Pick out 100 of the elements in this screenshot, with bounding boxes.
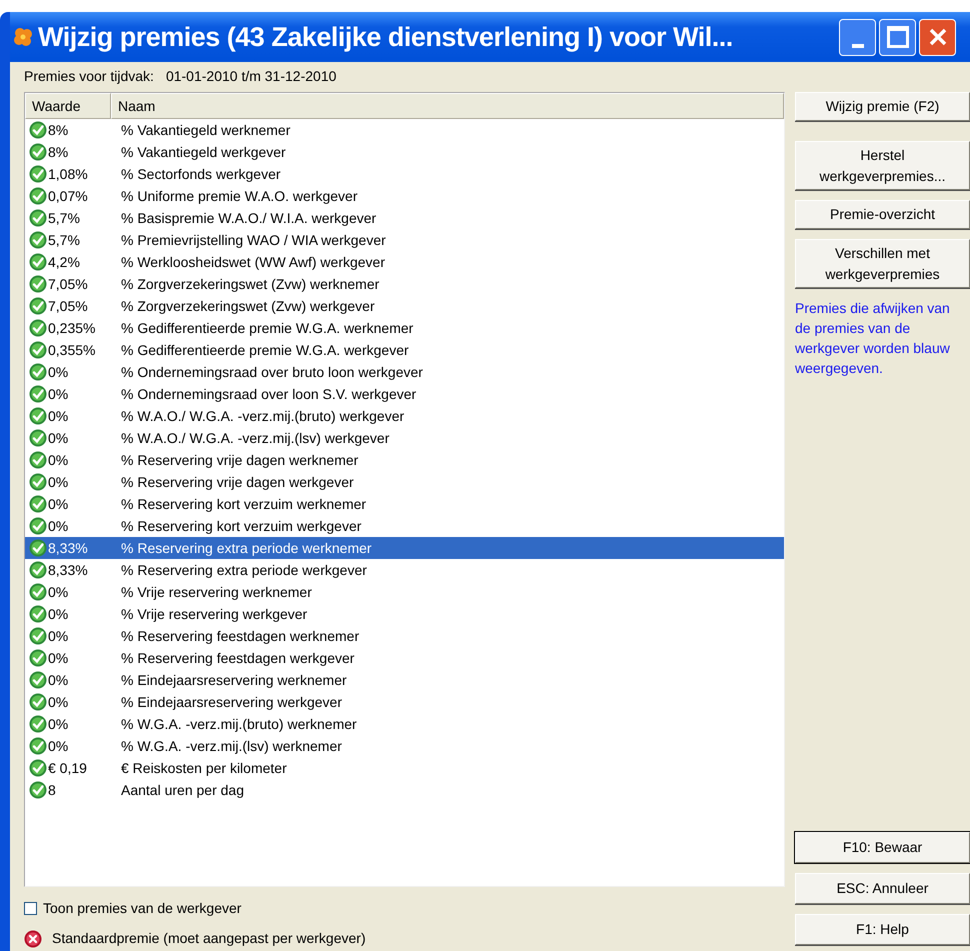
name-cell-text: % Basispremie W.A.O./ W.I.A. werkgever <box>121 208 376 228</box>
name-cell-text: % Reservering kort verzuim werkgever <box>121 516 362 536</box>
name-cell-text: % Zorgverzekeringswet (Zvw) werknemer <box>121 274 380 294</box>
premium-row[interactable]: 0% % W.G.A. -verz.mij.(bruto) werknemer <box>25 713 784 735</box>
premium-row[interactable]: 4,2% % Werkloosheidswet (WW Awf) werkgever <box>25 251 784 273</box>
premium-row[interactable]: 8% % Vakantiegeld werknemer <box>25 119 784 141</box>
premium-row[interactable]: 0% % Eindejaarsreservering werknemer <box>25 669 784 691</box>
premium-row[interactable]: 8% % Vakantiegeld werkgever <box>25 141 784 163</box>
name-cell-text: % Gedifferentieerde premie W.G.A. werkgever <box>121 340 409 360</box>
dialog-button[interactable]: F1: Help <box>795 914 970 945</box>
premium-row[interactable]: 0,355% % Gedifferentieerde premie W.G.A. werkgever <box>25 339 784 361</box>
value-cell-text: 5,7% <box>48 230 80 250</box>
premium-row[interactable]: 8,33% % Reservering extra periode werkgever <box>25 559 784 581</box>
value-cell-text: 0% <box>48 714 68 734</box>
name-cell-text: € Reiskosten per kilometer <box>121 758 287 778</box>
premium-row[interactable]: 0,235% % Gedifferentieerde premie W.G.A. werknemer <box>25 317 784 339</box>
premium-row[interactable]: 5,7% % Premievrijstelling WAO / WIA werkgever <box>25 229 784 251</box>
value-cell-text: 0% <box>48 494 68 514</box>
value-cell-text: 0% <box>48 582 68 602</box>
name-cell-text: % Vakantiegeld werknemer <box>121 120 290 140</box>
name-cell-text: % Ondernemingsraad over loon S.V. werkgever <box>121 384 416 404</box>
premium-row[interactable]: 0% % W.G.A. -verz.mij.(lsv) werknemer <box>25 735 784 757</box>
premium-row[interactable]: 0% % Reservering kort verzuim werkgever <box>25 515 784 537</box>
premium-row[interactable]: 0% % Reservering feestdagen werkgever <box>25 647 784 669</box>
name-cell-text: % Zorgverzekeringswet (Zvw) werkgever <box>121 296 375 316</box>
value-cell-text: 0% <box>48 472 68 492</box>
premium-row[interactable]: 8 Aantal uren per dag <box>25 779 784 801</box>
premium-row[interactable]: 0% % Vrije reservering werkgever <box>25 603 784 625</box>
name-cell-text: % Ondernemingsraad over bruto loon werkgever <box>121 362 423 382</box>
value-cell-text: 8% <box>48 120 68 140</box>
name-cell-text: % Premievrijstelling WAO / WIA werkgever <box>121 230 386 250</box>
premium-row[interactable]: 0% % Eindejaarsreservering werkgever <box>25 691 784 713</box>
name-cell-text: % Uniforme premie W.A.O. werkgever <box>121 186 358 206</box>
value-cell-text: 0,355% <box>48 340 96 360</box>
name-cell-text: % Reservering feestdagen werkgever <box>121 648 354 668</box>
name-cell-text: % Vakantiegeld werkgever <box>121 142 286 162</box>
value-cell-text: 0,235% <box>48 318 96 338</box>
value-cell-text: 0% <box>48 626 68 646</box>
value-cell-text: 0% <box>48 670 68 690</box>
name-cell-text: % Gedifferentieerde premie W.G.A. werknemer <box>121 318 414 338</box>
name-cell-text: % Reservering kort verzuim werknemer <box>121 494 366 514</box>
premium-row[interactable]: € 0,19 € Reiskosten per kilometer <box>25 757 784 779</box>
value-cell-text: 8,33% <box>48 538 88 558</box>
value-cell-text: 0% <box>48 648 68 668</box>
premium-row[interactable]: 0% % Ondernemingsraad over loon S.V. werkgever <box>25 383 784 405</box>
name-cell-text: % Eindejaarsreservering werknemer <box>121 670 347 690</box>
premium-row[interactable]: 7,05% % Zorgverzekeringswet (Zvw) werkgever <box>25 295 784 317</box>
maximize-button[interactable] <box>879 18 916 56</box>
legend-text: Standaardpremie (moet aangepast per werkgever) <box>52 929 366 948</box>
value-cell-text: 0% <box>48 428 68 448</box>
premium-row[interactable]: 8,33% % Reservering extra periode werknemer <box>25 537 784 559</box>
value-cell-text: 0% <box>48 362 68 382</box>
side-button[interactable]: Premie-overzicht <box>795 200 970 229</box>
premium-row[interactable]: 0% % W.A.O./ W.G.A. -verz.mij.(bruto) werkgever <box>25 405 784 427</box>
side-button[interactable]: Wijzig premie (F2) <box>795 92 970 121</box>
premium-row[interactable]: 0% % Reservering vrije dagen werknemer <box>25 449 784 471</box>
side-button[interactable]: Verschillen met werkgeverpremies <box>795 239 970 288</box>
name-cell-text: % Reservering vrije dagen werkgever <box>121 472 354 492</box>
minimize-button[interactable] <box>839 18 876 56</box>
dialog-button[interactable]: ESC: Annuleer <box>795 873 970 904</box>
name-cell-text: % Reservering extra periode werknemer <box>121 538 372 558</box>
period-label: Premies voor tijdvak: <box>24 66 154 86</box>
premium-row[interactable]: 0% % Reservering vrije dagen werkgever <box>25 471 784 493</box>
checkbox[interactable] <box>24 902 37 914</box>
value-cell-text: 0% <box>48 384 68 404</box>
premium-row[interactable]: 0% % Reservering kort verzuim werknemer <box>25 493 784 515</box>
premium-row[interactable]: 0% % Ondernemingsraad over bruto loon werkgever <box>25 361 784 383</box>
premium-row[interactable]: 0% % Vrije reservering werknemer <box>25 581 784 603</box>
column-header[interactable]: Naam <box>111 93 784 119</box>
info-note: Premies die afwijken van de premies van de werkgever worden blauw weergegeven. <box>795 299 951 378</box>
column-header[interactable]: Waarde <box>25 93 111 119</box>
premium-row[interactable]: 0% % W.A.O./ W.G.A. -verz.mij.(lsv) werkgever <box>25 427 784 449</box>
value-cell-text: 0% <box>48 736 68 756</box>
value-cell-text: 7,05% <box>48 296 88 316</box>
premium-row[interactable]: 0,07% % Uniforme premie W.A.O. werkgever <box>25 185 784 207</box>
name-cell-text: % W.A.O./ W.G.A. -verz.mij.(lsv) werkgever <box>121 428 390 448</box>
name-cell-text: % Vrije reservering werknemer <box>121 582 312 602</box>
side-button[interactable]: Herstel werkgeverpremies... <box>795 141 970 190</box>
value-cell-text: 1,08% <box>48 164 88 184</box>
value-cell-text: 0% <box>48 406 68 426</box>
name-cell-text: % Werkloosheidswet (WW Awf) werkgever <box>121 252 385 272</box>
premium-row[interactable]: 7,05% % Zorgverzekeringswet (Zvw) werknemer <box>25 273 784 295</box>
dialog-button[interactable]: F10: Bewaar <box>795 832 970 863</box>
name-cell-text: % Vrije reservering werkgever <box>121 604 308 624</box>
value-cell-text: € 0,19 <box>48 758 87 778</box>
value-cell-text: 7,05% <box>48 274 88 294</box>
premium-row[interactable]: 1,08% % Sectorfonds werkgever <box>25 163 784 185</box>
value-cell-text: 8% <box>48 142 68 162</box>
value-cell-text: 0% <box>48 604 68 624</box>
name-cell-text: Aantal uren per dag <box>121 780 244 800</box>
name-cell-text: % Reservering vrije dagen werknemer <box>121 450 358 470</box>
close-icon <box>928 27 948 47</box>
premium-row[interactable]: 5,7% % Basispremie W.A.O./ W.I.A. werkgever <box>25 207 784 229</box>
value-cell-text: 0% <box>48 450 68 470</box>
window-title: Wijzig premies (43 Zakelijke dienstverlening I) voor Wil... <box>38 20 733 54</box>
name-cell-text: % Sectorfonds werkgever <box>121 164 281 184</box>
close-button[interactable] <box>919 18 956 56</box>
premium-row[interactable]: 0% % Reservering feestdagen werknemer <box>25 625 784 647</box>
value-cell-text: 4,2% <box>48 252 80 272</box>
value-cell-text: 0% <box>48 692 68 712</box>
